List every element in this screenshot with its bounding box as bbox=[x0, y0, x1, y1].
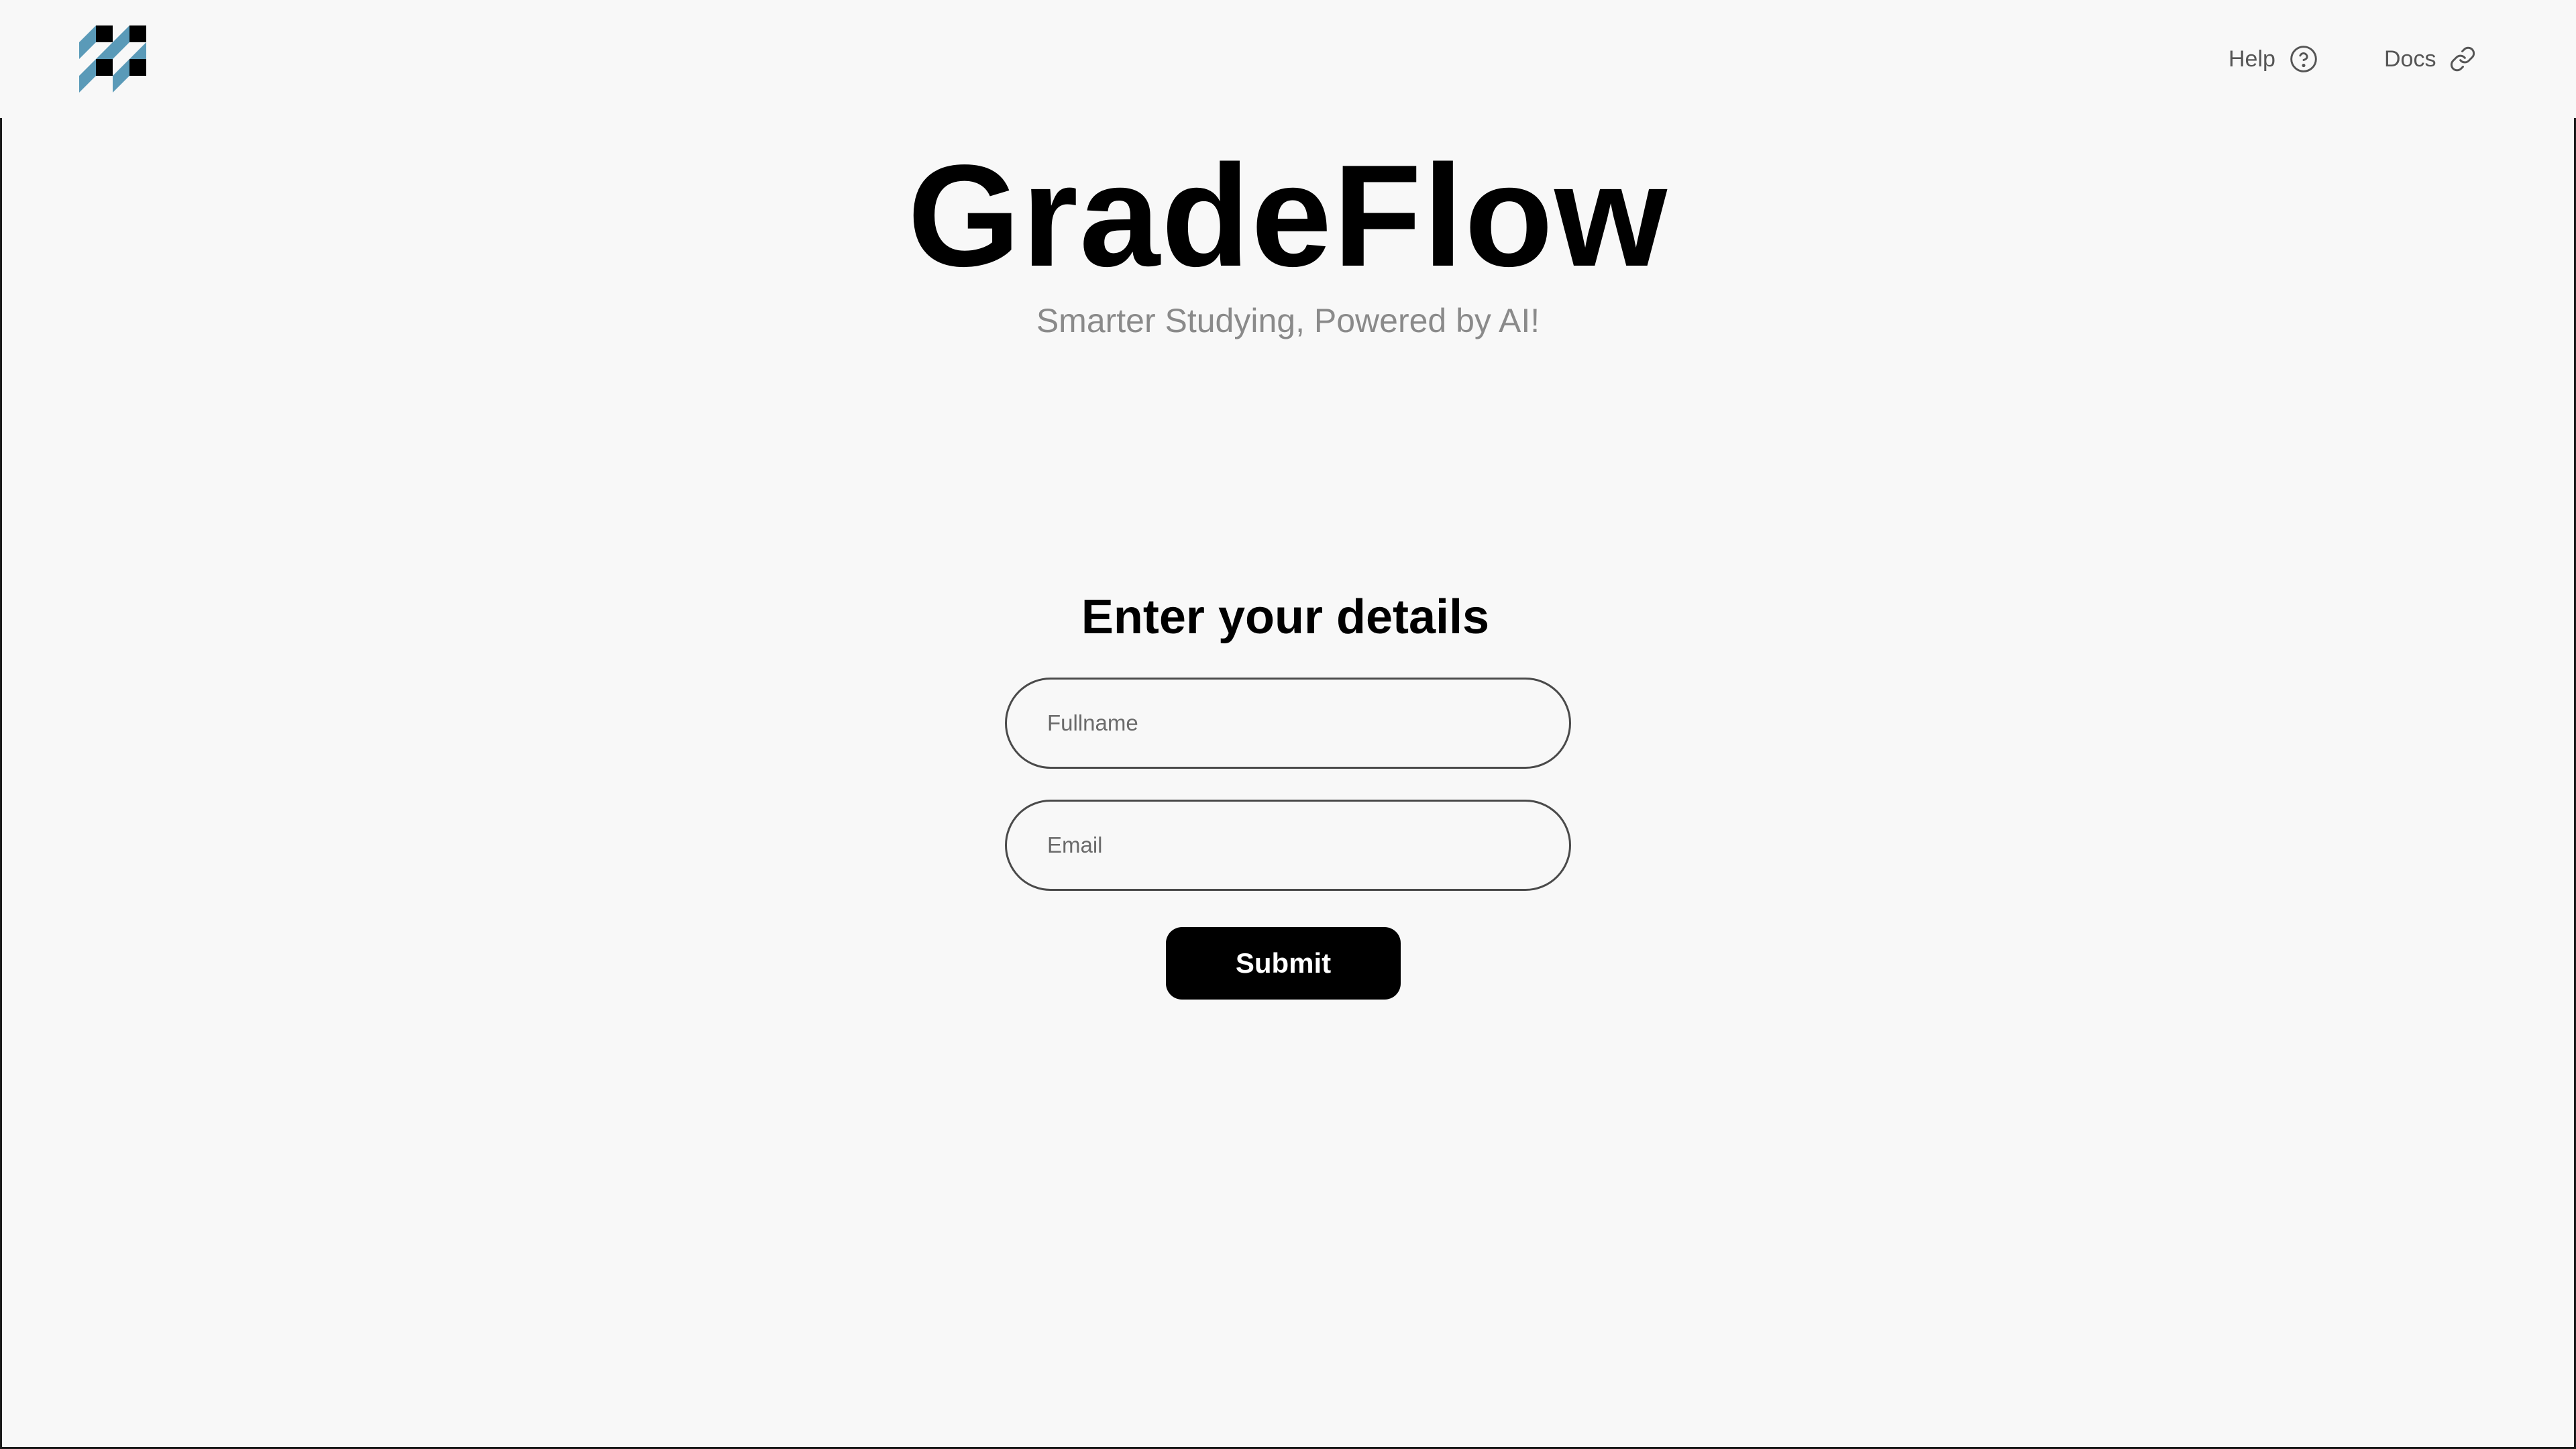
help-link[interactable]: Help bbox=[2229, 39, 2318, 79]
app-title: GradeFlow bbox=[907, 134, 1669, 297]
app-tagline: Smarter Studying, Powered by AI! bbox=[1036, 302, 1540, 339]
email-input[interactable] bbox=[1005, 800, 1571, 891]
top-bar: Help Docs bbox=[0, 0, 2576, 118]
question-circle-icon bbox=[2290, 46, 2317, 72]
form-heading: Enter your details bbox=[1081, 590, 1490, 644]
docs-link[interactable]: Docs bbox=[2384, 39, 2476, 79]
gradeflow-logo-icon[interactable] bbox=[79, 25, 146, 93]
logo-graphic bbox=[79, 25, 146, 93]
submit-button[interactable]: Submit bbox=[1166, 927, 1401, 1000]
help-link-label: Help bbox=[2229, 46, 2275, 72]
link-icon bbox=[2451, 46, 2475, 72]
docs-link-label: Docs bbox=[2384, 46, 2436, 72]
fullname-input[interactable] bbox=[1005, 678, 1571, 769]
